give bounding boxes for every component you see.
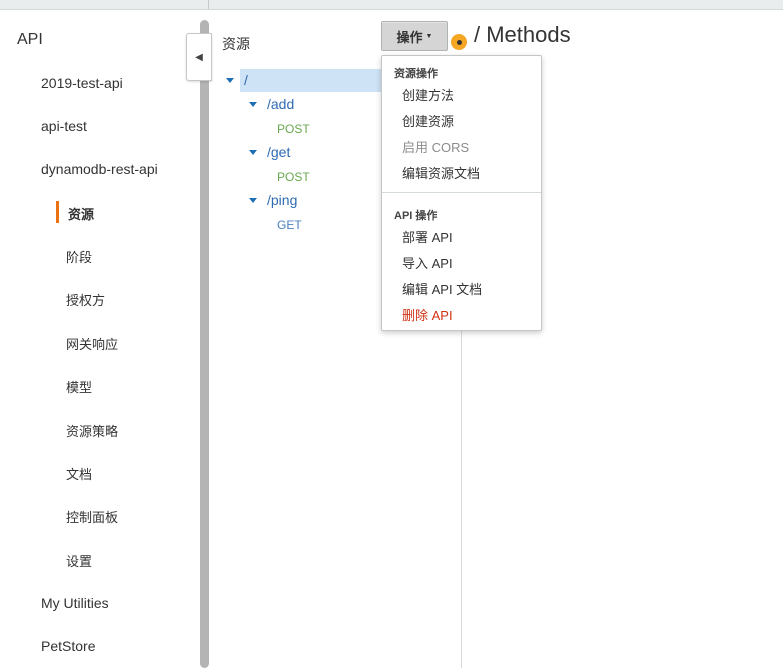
sidebar-item-resource-policy[interactable]: 资源策略	[66, 421, 118, 440]
methods-header: / Methods	[474, 22, 571, 47]
menu-divider	[382, 192, 541, 193]
sidebar-scrollbar[interactable]	[200, 20, 209, 668]
top-bar	[0, 0, 783, 10]
actions-label: 操作	[396, 29, 423, 45]
sidebar-item-dynamodb-rest-api[interactable]: dynamodb-rest-api	[41, 161, 158, 177]
tree-resource-add[interactable]: /add	[267, 96, 294, 112]
menu-item-enable-cors: 启用 CORS	[402, 140, 470, 155]
sidebar-item-petstore[interactable]: PetStore	[41, 638, 95, 654]
expand-triangle-icon[interactable]	[226, 78, 234, 83]
menu-item-create-method[interactable]: 创建方法	[402, 85, 454, 104]
tree-resource-root[interactable]: /	[244, 72, 248, 88]
collapse-chevron-left-icon: ◀	[195, 51, 203, 63]
caret-down-icon: ▼	[425, 32, 433, 40]
menu-item-import-api[interactable]: 导入 API	[402, 253, 453, 272]
expand-triangle-icon[interactable]	[249, 198, 257, 203]
sidebar-item-stages[interactable]: 阶段	[66, 247, 92, 266]
sidebar-item-documentation[interactable]: 文档	[66, 464, 92, 483]
menu-item-edit-api-docs[interactable]: 编辑 API 文档	[402, 279, 482, 298]
menu-section-api-actions: API 操作	[394, 210, 438, 222]
sidebar-item-2019-test-api[interactable]: 2019-test-api	[41, 75, 123, 91]
menu-item-deploy-api[interactable]: 部署 API	[402, 227, 453, 246]
tree-method-get[interactable]: GET	[277, 218, 302, 232]
sidebar-item-resources[interactable]: 资源	[68, 204, 94, 223]
sidebar-item-my-utilities[interactable]: My Utilities	[41, 595, 109, 611]
resources-title: 资源	[222, 36, 250, 52]
sidebar-item-models[interactable]: 模型	[66, 377, 92, 396]
sidebar-item-gateway-responses[interactable]: 网关响应	[66, 334, 118, 353]
menu-item-create-resource[interactable]: 创建资源	[402, 111, 454, 130]
expand-triangle-icon[interactable]	[249, 102, 257, 107]
tree-row-root-selected[interactable]	[240, 69, 382, 92]
collapse-sidebar-button[interactable]: ◀	[186, 33, 212, 81]
sidebar-item-settings[interactable]: 设置	[66, 551, 92, 570]
sidebar-root-api[interactable]: API	[17, 31, 43, 49]
sidebar-item-api-test[interactable]: api-test	[41, 118, 87, 134]
top-bar-segment	[0, 0, 209, 9]
menu-item-delete-api[interactable]: 删除 API	[402, 305, 453, 324]
menu-item-edit-resource-docs[interactable]: 编辑资源文档	[402, 163, 480, 182]
active-indicator	[56, 201, 59, 223]
sidebar-item-dashboard[interactable]: 控制面板	[66, 507, 118, 526]
tree-resource-get[interactable]: /get	[267, 144, 290, 160]
sidebar-item-authorizers[interactable]: 授权方	[66, 290, 105, 309]
orange-dot-icon[interactable]	[451, 34, 467, 50]
sidebar: API 2019-test-api api-test dynamodb-rest…	[0, 10, 198, 668]
actions-menu: 资源操作 创建方法 创建资源 启用 CORS 编辑资源文档 API 操作 部署 …	[381, 55, 542, 331]
tree-method-post[interactable]: POST	[277, 122, 310, 136]
menu-section-resource-actions: 资源操作	[394, 68, 438, 80]
actions-dropdown-button[interactable]: 操作 ▼	[381, 21, 448, 51]
tree-method-post[interactable]: POST	[277, 170, 310, 184]
tree-resource-ping[interactable]: /ping	[267, 192, 297, 208]
expand-triangle-icon[interactable]	[249, 150, 257, 155]
